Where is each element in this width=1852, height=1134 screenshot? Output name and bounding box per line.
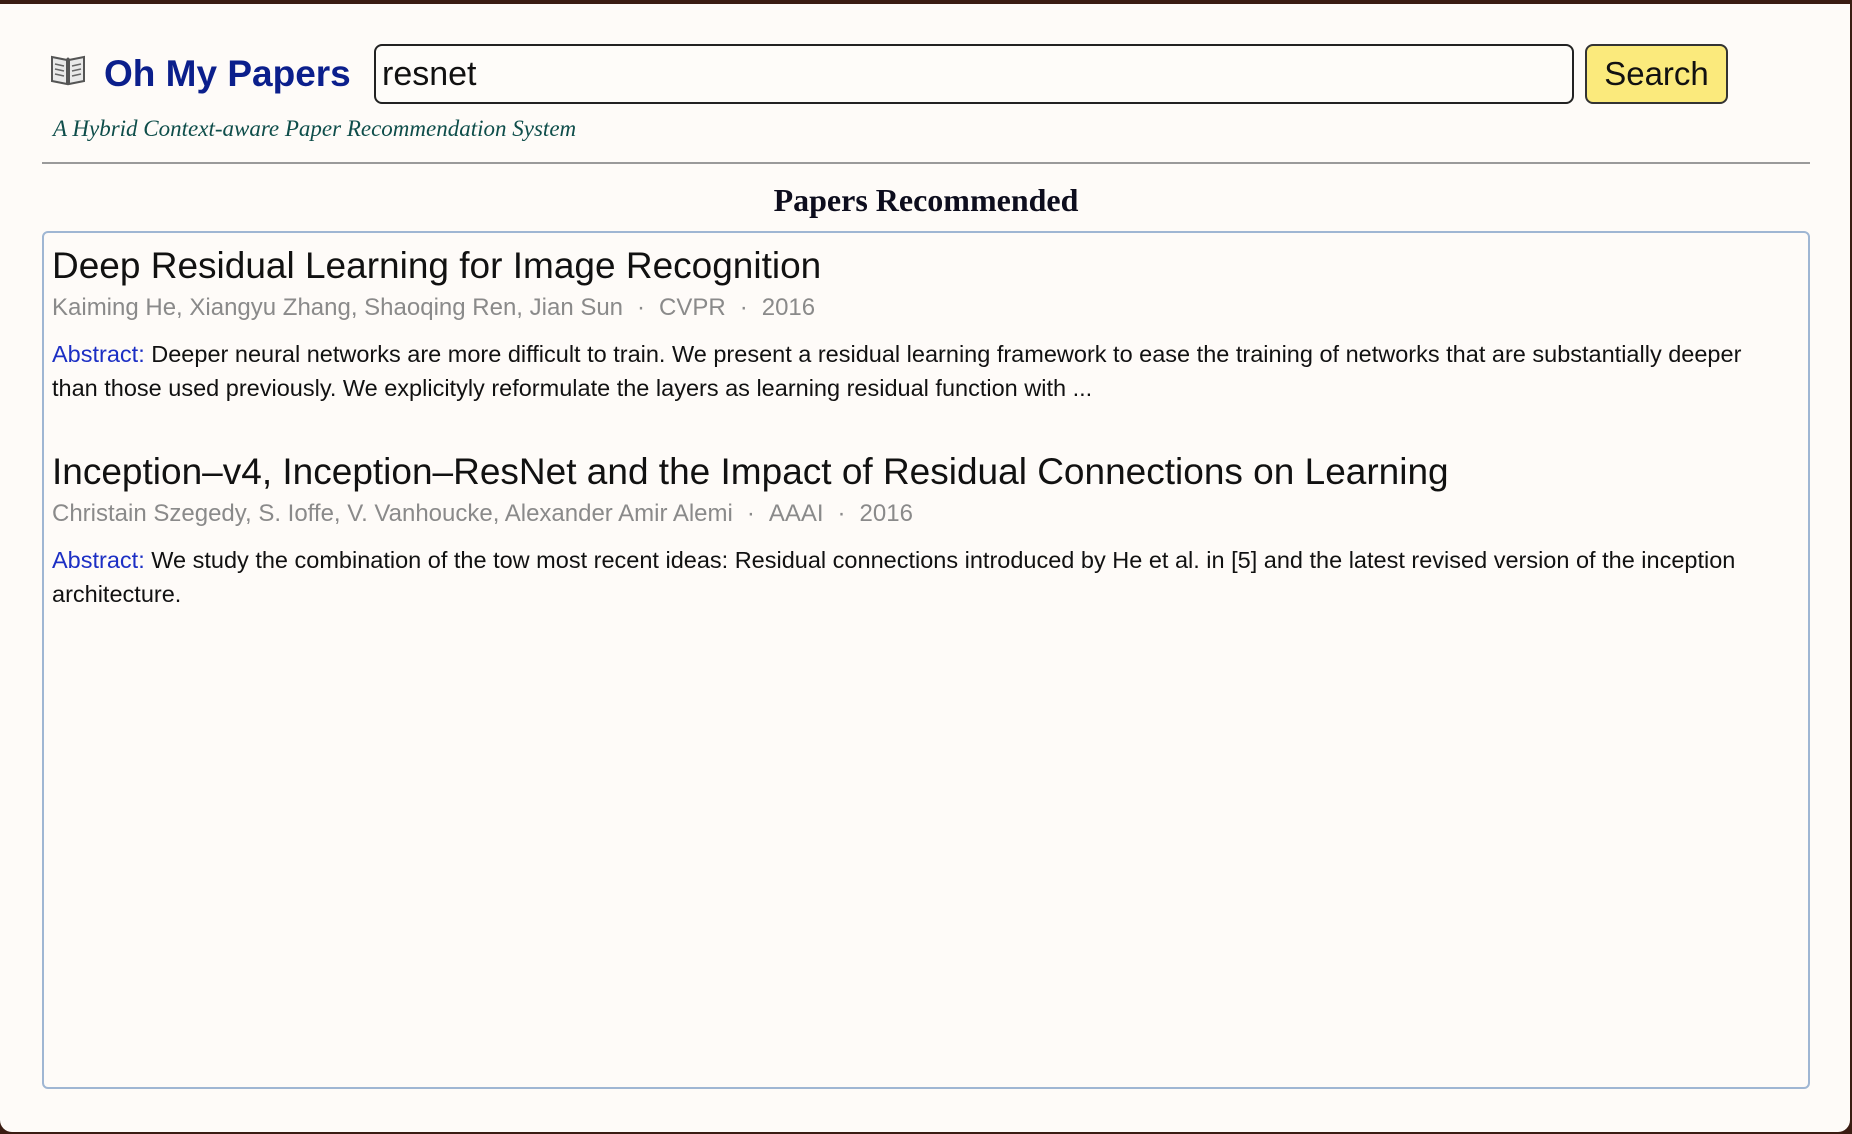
app-window: Oh My Papers Search A Hybrid Context-awa… <box>0 4 1850 1132</box>
paper-meta: Kaiming He, Xiangyu Zhang, Shaoqing Ren,… <box>52 293 1792 323</box>
paper-venue: AAAI <box>768 500 824 527</box>
separator-dot: · <box>837 500 846 527</box>
abstract-text: We study the combination of the tow most… <box>52 547 1736 607</box>
abstract-text: Deeper neural networks are more difficul… <box>52 341 1742 401</box>
paper-year: 2016 <box>859 500 913 527</box>
separator-dot: · <box>637 294 646 321</box>
abstract-label: Abstract: <box>52 341 145 367</box>
paper-authors: Kaiming He, Xiangyu Zhang, Shaoqing Ren,… <box>52 294 624 321</box>
app-brand[interactable]: Oh My Papers <box>104 50 351 98</box>
abstract-label: Abstract: <box>52 547 145 573</box>
paper-venue: CVPR <box>659 294 726 321</box>
paper-year: 2016 <box>761 294 816 321</box>
paper-title[interactable]: Deep Residual Learning for Image Recogni… <box>52 243 1792 289</box>
search-input[interactable] <box>374 44 1574 104</box>
separator-dot: · <box>739 294 748 321</box>
search-button[interactable]: Search <box>1585 44 1728 104</box>
app-tagline: A Hybrid Context-aware Paper Recommendat… <box>53 116 577 141</box>
paper-title[interactable]: Inception–v4, Inception–ResNet and the I… <box>52 449 1792 495</box>
paper-authors: Christain Szegedy, S. Ioffe, V. Vanhouck… <box>52 500 733 527</box>
paper-abstract: Abstract: We study the combination of th… <box>52 543 1792 611</box>
results-panel[interactable]: Deep Residual Learning for Image Recogni… <box>42 231 1810 1089</box>
header-divider <box>42 162 1810 164</box>
open-book-icon <box>50 52 86 86</box>
header: Oh My Papers Search A Hybrid Context-awa… <box>0 4 1850 164</box>
paper-abstract: Abstract: Deeper neural networks are mor… <box>52 337 1792 405</box>
separator-dot: · <box>746 500 755 527</box>
results-heading: Papers Recommended <box>773 182 1079 218</box>
paper-card: Inception–v4, Inception–ResNet and the I… <box>52 449 1792 611</box>
paper-card: Deep Residual Learning for Image Recogni… <box>52 243 1792 405</box>
paper-meta: Christain Szegedy, S. Ioffe, V. Vanhouck… <box>52 499 1792 529</box>
